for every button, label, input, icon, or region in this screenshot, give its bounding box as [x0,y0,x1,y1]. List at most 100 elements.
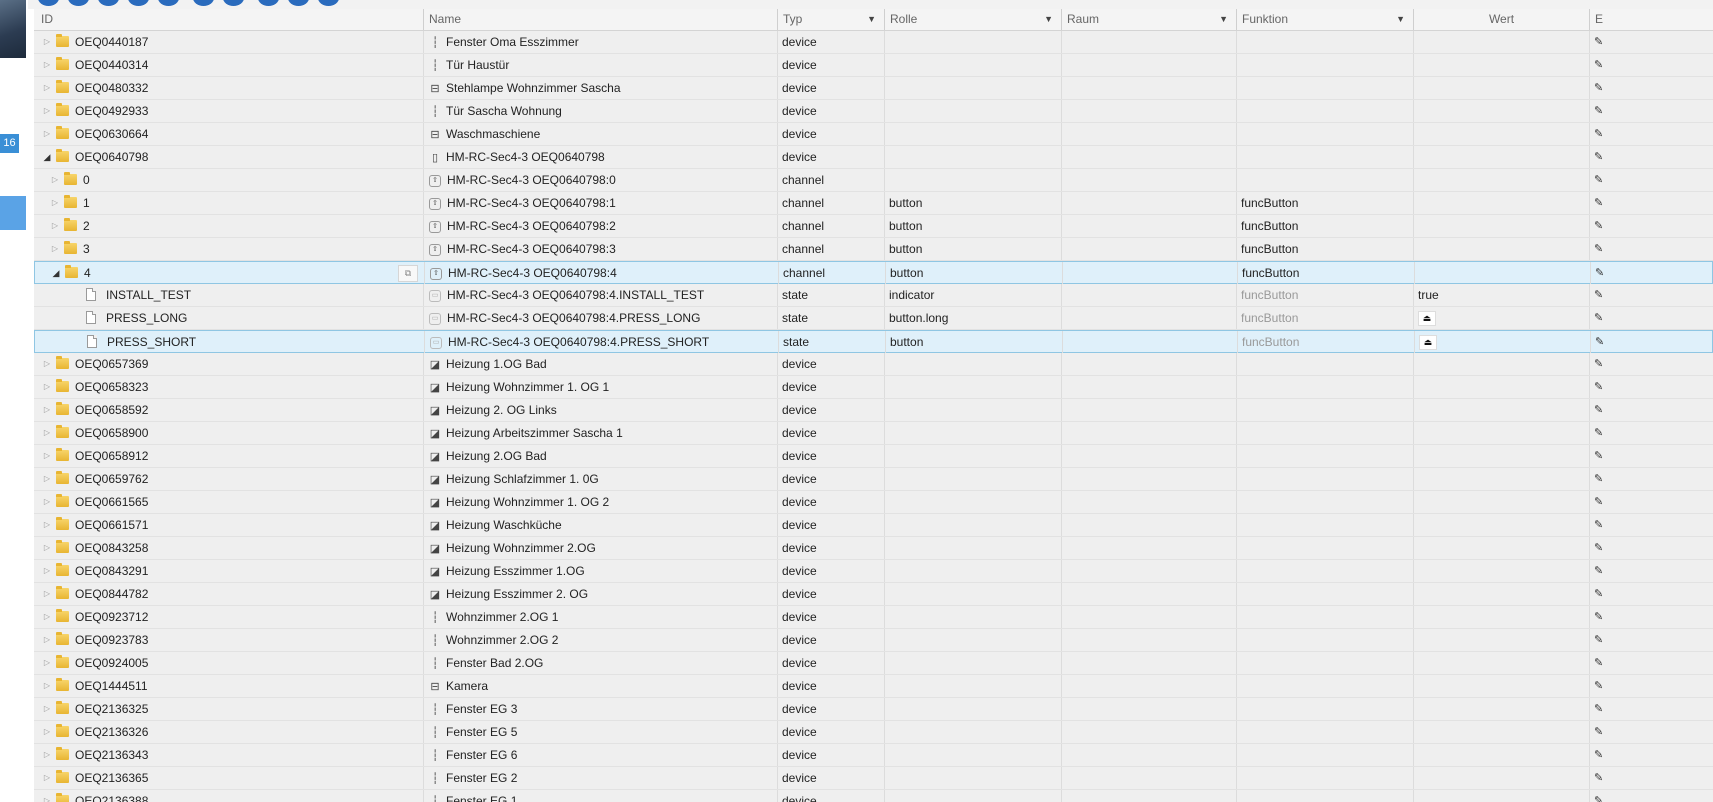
toolbar-button-icon[interactable] [128,0,149,6]
edit-icon[interactable]: ✎ [1594,606,1603,628]
expand-toggle-icon[interactable]: ▷ [42,767,52,789]
filter-dropdown-icon[interactable]: ▼ [867,9,876,30]
edit-icon[interactable]: ✎ [1594,514,1603,536]
toolbar-button-icon[interactable] [68,0,89,6]
table-row[interactable]: ▷ OEQ0923783 ┆ Wohnzimmer 2.OG 2 device ✎ [34,629,1713,652]
eject-icon[interactable]: ⏏ [1418,311,1436,327]
table-row[interactable]: ▷ OEQ0843291 ◪ Heizung Esszimmer 1.OG device… [34,560,1713,583]
column-header-extra[interactable]: E [1589,9,1713,30]
toolbar-button-icon[interactable] [258,0,279,6]
table-row[interactable]: ▷ OEQ0923712 ┆ Wohnzimmer 2.OG 1 device ✎ [34,606,1713,629]
table-row[interactable]: ▷ 1 ⇧ HM-RC-Sec4-3 OEQ0640798:1 channel butto… [34,192,1713,215]
expand-toggle-icon[interactable]: ▷ [42,353,52,375]
table-row[interactable]: ▷ OEQ0480332 ⊟ Stehlampe Wohnzimmer Sascha d… [34,77,1713,100]
table-row[interactable]: ▷ OEQ0440314 ┆ Tür Haustür device ✎ [34,54,1713,77]
expand-toggle-icon[interactable]: ▷ [42,100,52,122]
edit-icon[interactable]: ✎ [1594,376,1603,398]
expand-toggle-icon[interactable]: ▷ [42,537,52,559]
edit-icon[interactable]: ✎ [1594,468,1603,490]
filter-dropdown-icon[interactable]: ▼ [1044,9,1053,30]
column-header-room[interactable]: Raum ▼ [1061,9,1236,30]
table-row[interactable]: ▷ OEQ0658592 ◪ Heizung 2. OG Links device ✎ [34,399,1713,422]
edit-icon[interactable]: ✎ [1594,77,1603,99]
edit-icon[interactable]: ✎ [1594,675,1603,697]
toolbar-button-icon[interactable] [158,0,179,6]
table-row[interactable]: INSTALL_TEST ▭ HM-RC-Sec4-3 OEQ0640798:4.I… [34,284,1713,307]
edit-icon[interactable]: ✎ [1594,445,1603,467]
expand-toggle-icon[interactable]: ▷ [42,399,52,421]
table-row[interactable]: ▷ OEQ0924005 ┆ Fenster Bad 2.OG device ✎ [34,652,1713,675]
toolbar-button-icon[interactable] [288,0,309,6]
table-row[interactable]: PRESS_LONG ▭ HM-RC-Sec4-3 OEQ0640798:4.PRE… [34,307,1713,330]
expand-toggle-icon[interactable]: ▷ [42,560,52,582]
table-row[interactable]: ▷ OEQ0661571 ◪ Heizung Waschküche device ✎ [34,514,1713,537]
edit-icon[interactable]: ✎ [1594,422,1603,444]
table-row[interactable]: ▷ OEQ0658323 ◪ Heizung Wohnzimmer 1. OG 1 de… [34,376,1713,399]
filter-dropdown-icon[interactable]: ▼ [1219,9,1228,30]
toolbar-button-icon[interactable] [98,0,119,6]
toolbar-button-icon[interactable] [318,0,339,6]
edit-icon[interactable]: ✎ [1594,583,1603,605]
column-header-value[interactable]: Wert [1413,9,1589,30]
collapse-toggle-icon[interactable]: ◢ [42,146,52,168]
toolbar-button-icon[interactable] [223,0,244,6]
toolbar-button-icon[interactable] [193,0,214,6]
table-row[interactable]: ▷ OEQ2136388 ┆ Fenster EG 1 device ✎ [34,790,1713,802]
table-row[interactable]: ▷ OEQ0844782 ◪ Heizung Esszimmer 2. OG devic… [34,583,1713,606]
expand-toggle-icon[interactable]: ▷ [50,215,60,237]
edit-icon[interactable]: ✎ [1594,100,1603,122]
expand-toggle-icon[interactable]: ▷ [42,744,52,766]
table-row[interactable]: ▷ OEQ2136325 ┆ Fenster EG 3 device ✎ [34,698,1713,721]
expand-toggle-icon[interactable]: ▷ [42,675,52,697]
table-row[interactable]: ▷ OEQ0658912 ◪ Heizung 2.OG Bad device ✎ [34,445,1713,468]
expand-toggle-icon[interactable]: ▷ [42,31,52,53]
column-header-role[interactable]: Rolle ▼ [884,9,1061,30]
expand-toggle-icon[interactable]: ▷ [50,238,60,260]
expand-toggle-icon[interactable]: ▷ [42,514,52,536]
column-header-id[interactable]: ID [34,9,423,30]
edit-icon[interactable]: ✎ [1594,560,1603,582]
edit-icon[interactable]: ✎ [1594,215,1603,237]
table-row[interactable]: ▷ 3 ⇧ HM-RC-Sec4-3 OEQ0640798:3 channel butto… [34,238,1713,261]
collapse-toggle-icon[interactable]: ◢ [51,262,61,284]
copy-icon[interactable]: ⧉ [398,265,418,282]
edit-icon[interactable]: ✎ [1594,284,1603,306]
table-row[interactable]: ◢ OEQ0640798 ▯ HM-RC-Sec4-3 OEQ0640798 devic… [34,146,1713,169]
edit-icon[interactable]: ✎ [1594,54,1603,76]
expand-toggle-icon[interactable]: ▷ [42,445,52,467]
expand-toggle-icon[interactable]: ▷ [42,491,52,513]
expand-toggle-icon[interactable]: ▷ [42,123,52,145]
expand-toggle-icon[interactable]: ▷ [42,790,52,802]
edit-icon[interactable]: ✎ [1594,744,1603,766]
filter-dropdown-icon[interactable]: ▼ [1396,9,1405,30]
edit-icon[interactable]: ✎ [1594,767,1603,789]
table-row[interactable]: ▷ 0 ⇧ HM-RC-Sec4-3 OEQ0640798:0 channel ✎ [34,169,1713,192]
table-row[interactable]: ▷ 2 ⇧ HM-RC-Sec4-3 OEQ0640798:2 channel butto… [34,215,1713,238]
table-row[interactable]: ▷ OEQ0440187 ┆ Fenster Oma Esszimmer device ✎ [34,31,1713,54]
table-row[interactable]: ▷ OEQ0492933 ┆ Tür Sascha Wohnung device ✎ [34,100,1713,123]
edit-icon[interactable]: ✎ [1594,629,1603,651]
expand-toggle-icon[interactable]: ▷ [42,721,52,743]
edit-icon[interactable]: ✎ [1594,353,1603,375]
table-row[interactable]: ▷ OEQ2136365 ┆ Fenster EG 2 device ✎ [34,767,1713,790]
edit-icon[interactable]: ✎ [1595,262,1604,284]
edit-icon[interactable]: ✎ [1594,698,1603,720]
table-row[interactable]: ▷ OEQ0843258 ◪ Heizung Wohnzimmer 2.OG devic… [34,537,1713,560]
edit-icon[interactable]: ✎ [1594,652,1603,674]
edit-icon[interactable]: ✎ [1595,331,1604,353]
edit-icon[interactable]: ✎ [1594,790,1603,802]
edit-icon[interactable]: ✎ [1594,192,1603,214]
expand-toggle-icon[interactable]: ▷ [42,468,52,490]
table-row[interactable]: PRESS_SHORT ▭ HM-RC-Sec4-3 OEQ0640798:4.PR… [34,330,1713,353]
edit-icon[interactable]: ✎ [1594,169,1603,191]
expand-toggle-icon[interactable]: ▷ [42,698,52,720]
edit-icon[interactable]: ✎ [1594,721,1603,743]
table-row[interactable]: ▷ OEQ0659762 ◪ Heizung Schlafzimmer 1. 0G de… [34,468,1713,491]
table-row[interactable]: ▷ OEQ2136343 ┆ Fenster EG 6 device ✎ [34,744,1713,767]
selected-menu-item[interactable] [0,196,26,230]
table-row[interactable]: ▷ OEQ0630664 ⊟ Waschmaschiene device ✎ [34,123,1713,146]
edit-icon[interactable]: ✎ [1594,399,1603,421]
expand-toggle-icon[interactable]: ▷ [42,376,52,398]
expand-toggle-icon[interactable]: ▷ [50,169,60,191]
table-row[interactable]: ▷ OEQ1444511 ⊟ Kamera device ✎ [34,675,1713,698]
